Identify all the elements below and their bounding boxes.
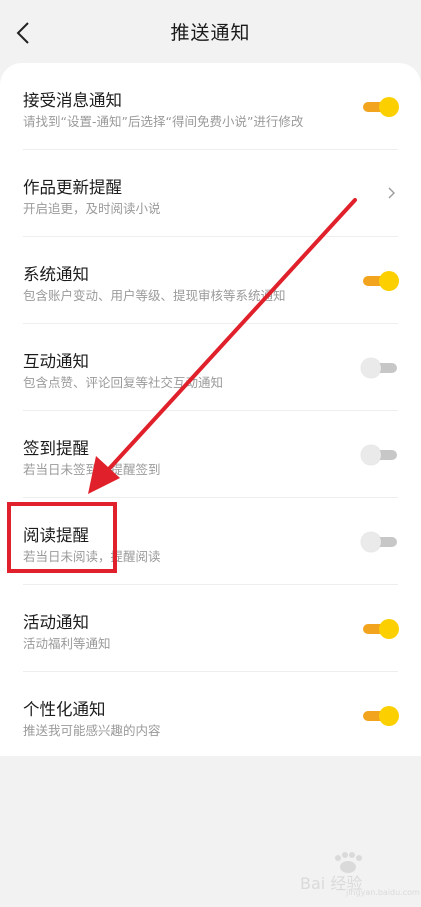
setting-title: 作品更新提醒: [23, 178, 122, 197]
setting-description: 若当日未签到，提醒签到: [23, 462, 161, 477]
activity-notice-toggle[interactable]: [361, 618, 399, 640]
setting-title: 签到提醒: [23, 439, 89, 458]
toggle-knob: [361, 358, 381, 378]
setting-row-work-update[interactable]: 作品更新提醒 开启追更，及时阅读小说: [0, 150, 421, 237]
setting-description: 推送我可能感兴趣的内容: [23, 723, 161, 738]
setting-row-checkin[interactable]: 签到提醒 若当日未签到，提醒签到: [0, 411, 421, 498]
personalized-notice-toggle[interactable]: [361, 705, 399, 727]
chevron-right-icon[interactable]: [385, 184, 399, 202]
setting-description: 包含点赞、评论回复等社交互动通知: [23, 375, 224, 390]
toggle-knob: [361, 445, 381, 465]
setting-description: 请找到“设置-通知”后选择“得间免费小说”进行修改: [23, 114, 304, 129]
page-title: 推送通知: [170, 22, 251, 44]
system-notice-toggle[interactable]: [361, 270, 399, 292]
setting-row-accept-messages[interactable]: 接受消息通知 请找到“设置-通知”后选择“得间免费小说”进行修改: [0, 63, 421, 150]
setting-title: 活动通知: [23, 613, 89, 632]
setting-row-personalized[interactable]: 个性化通知 推送我可能感兴趣的内容: [0, 672, 421, 759]
reading-reminder-toggle[interactable]: [361, 531, 399, 553]
setting-row-activity[interactable]: 活动通知 活动福利等通知: [0, 585, 421, 672]
setting-description: 包含账户变动、用户等级、提现审核等系统通知: [23, 288, 286, 303]
watermark: Bai 经验 jingyan.baidu.com: [300, 852, 420, 897]
accept-messages-toggle[interactable]: [361, 96, 399, 118]
toggle-knob: [379, 271, 399, 291]
setting-title: 接受消息通知: [23, 91, 122, 110]
toggle-knob: [379, 97, 399, 117]
setting-row-interaction[interactable]: 互动通知 包含点赞、评论回复等社交互动通知: [0, 324, 421, 411]
setting-description: 开启追更，及时阅读小说: [23, 201, 161, 216]
navigation-bar: 推送通知: [0, 0, 421, 62]
toggle-knob: [361, 532, 381, 552]
setting-description: 活动福利等通知: [23, 636, 111, 651]
setting-title: 互动通知: [23, 352, 89, 371]
toggle-knob: [379, 706, 399, 726]
setting-title: 系统通知: [23, 265, 89, 284]
setting-title: 个性化通知: [23, 700, 106, 719]
settings-card: 接受消息通知 请找到“设置-通知”后选择“得间免费小说”进行修改 作品更新提醒 …: [0, 63, 421, 756]
interaction-notice-toggle[interactable]: [361, 357, 399, 379]
watermark-url: jingyan.baidu.com: [346, 888, 420, 897]
checkin-reminder-toggle[interactable]: [361, 444, 399, 466]
setting-row-system[interactable]: 系统通知 包含账户变动、用户等级、提现审核等系统通知: [0, 237, 421, 324]
screen: 推送通知 接受消息通知 请找到“设置-通知”后选择“得间免费小说”进行修改 作品…: [0, 0, 421, 907]
toggle-knob: [379, 619, 399, 639]
annotation-highlight-box: [7, 502, 117, 573]
